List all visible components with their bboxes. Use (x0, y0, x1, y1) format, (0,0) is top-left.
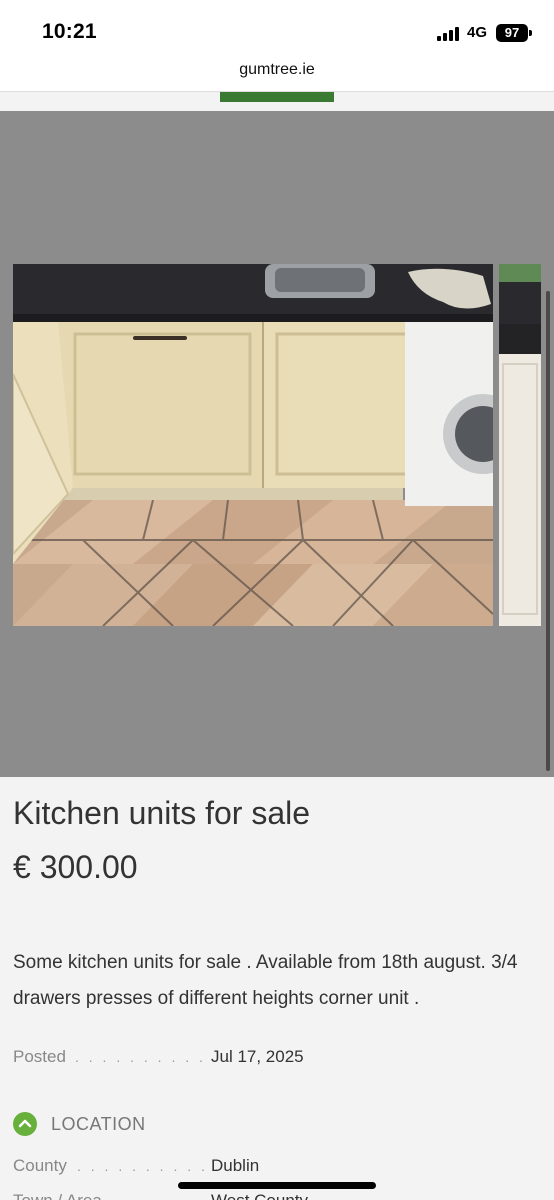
image-gallery[interactable] (0, 111, 554, 777)
battery-nub (529, 30, 532, 36)
next-listing-photo[interactable] (499, 264, 541, 626)
listing-details: Kitchen units for sale € 300.00 Some kit… (0, 777, 554, 1200)
detail-row-county: County . . . . . . . . . . . . Dublin (13, 1156, 543, 1182)
battery-icon: 97 (496, 24, 528, 42)
network-type: 4G (467, 24, 488, 41)
listing-price: € 300.00 (13, 849, 138, 885)
listing-description: Some kitchen units for sale . Available … (13, 952, 518, 1009)
header-action-button[interactable] (220, 92, 334, 102)
status-time: 10:21 (42, 20, 97, 43)
county-label: County (13, 1156, 67, 1175)
scrollbar[interactable] (546, 291, 550, 771)
posted-label: Posted (13, 1047, 66, 1066)
detail-row-posted: Posted . . . . . . . . . . . . Jul 17, 2… (13, 1047, 543, 1073)
town-value: West County (211, 1191, 308, 1200)
listing-title: Kitchen units for sale (13, 795, 311, 831)
signal-icon (437, 27, 459, 41)
dotted-leader: . . . . . . . . . . . . (75, 1049, 234, 1065)
posted-date: Jul 17, 2025 (211, 1047, 304, 1066)
county-value: Dublin (211, 1156, 260, 1175)
town-label: Town / Area (13, 1191, 102, 1200)
status-bar: 10:21 4G 97 (0, 0, 554, 58)
listing-photo[interactable] (13, 264, 493, 626)
browser-url-bar[interactable]: gumtree.ie (0, 58, 554, 92)
url-text: gumtree.ie (239, 61, 315, 78)
home-indicator[interactable] (178, 1182, 376, 1189)
location-title: LOCATION (51, 1114, 146, 1134)
chevron-up-icon[interactable] (13, 1112, 37, 1136)
detail-row-town: Town / Area West County (13, 1191, 543, 1200)
